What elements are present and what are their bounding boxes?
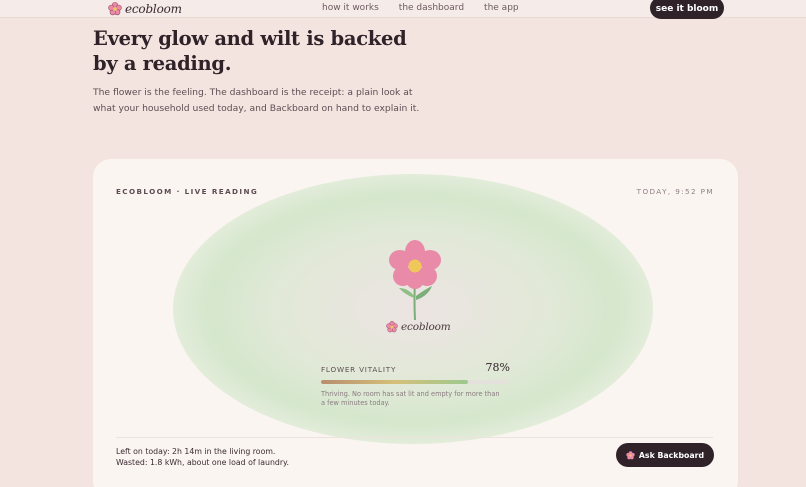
brand-name: ecobloom bbox=[125, 2, 182, 16]
reading-timestamp: TODAY, 9:52 PM bbox=[636, 187, 714, 196]
card-brand: ecobloom bbox=[386, 321, 451, 333]
page-title: Every glow and wilt is backed by a readi… bbox=[93, 27, 407, 75]
usage-summary: Left on today: 2h 14m in the living room… bbox=[116, 446, 289, 468]
ask-backboard-label: Ask Backboard bbox=[638, 450, 705, 460]
card-label: ECOBLOOM · LIVE READING bbox=[116, 187, 259, 196]
flower-illustration bbox=[389, 240, 441, 321]
nav-links: how it works the dashboard the app bbox=[322, 3, 519, 13]
nav-link-app[interactable]: the app bbox=[484, 3, 519, 13]
ask-backboard-button[interactable]: Ask Backboard bbox=[616, 443, 714, 467]
flower-small-icon bbox=[626, 450, 635, 459]
nav-link-how-it-works[interactable]: how it works bbox=[322, 3, 379, 13]
card-brand-name: ecobloom bbox=[401, 321, 451, 333]
top-nav: ecobloom how it works the dashboard the … bbox=[0, 0, 806, 19]
hero-subtext: The flower is the feeling. The dashboard… bbox=[93, 87, 420, 114]
vitality-bar bbox=[321, 380, 509, 384]
flower-logo-icon bbox=[108, 2, 122, 16]
brand-logo[interactable]: ecobloom bbox=[108, 1, 182, 17]
vitality-status: Thriving. No room has sat lit and empty … bbox=[321, 390, 500, 407]
see-it-bloom-button[interactable]: see it bloom bbox=[650, 0, 724, 19]
nav-link-dashboard[interactable]: the dashboard bbox=[399, 3, 464, 13]
vitality-bar-fill bbox=[321, 380, 468, 384]
usage-line-left-on: Left on today: 2h 14m in the living room… bbox=[116, 447, 276, 456]
vitality-label: FLOWER VITALITY bbox=[321, 365, 397, 374]
usage-line-wasted: Wasted: 1.8 kWh, about one load of laund… bbox=[116, 458, 290, 467]
card-divider bbox=[116, 437, 713, 438]
vitality-value: 78% bbox=[485, 361, 510, 374]
live-reading-card: ECOBLOOM · LIVE READING TODAY, 9:52 PM e… bbox=[93, 159, 738, 487]
flower-logo-icon bbox=[386, 321, 398, 333]
